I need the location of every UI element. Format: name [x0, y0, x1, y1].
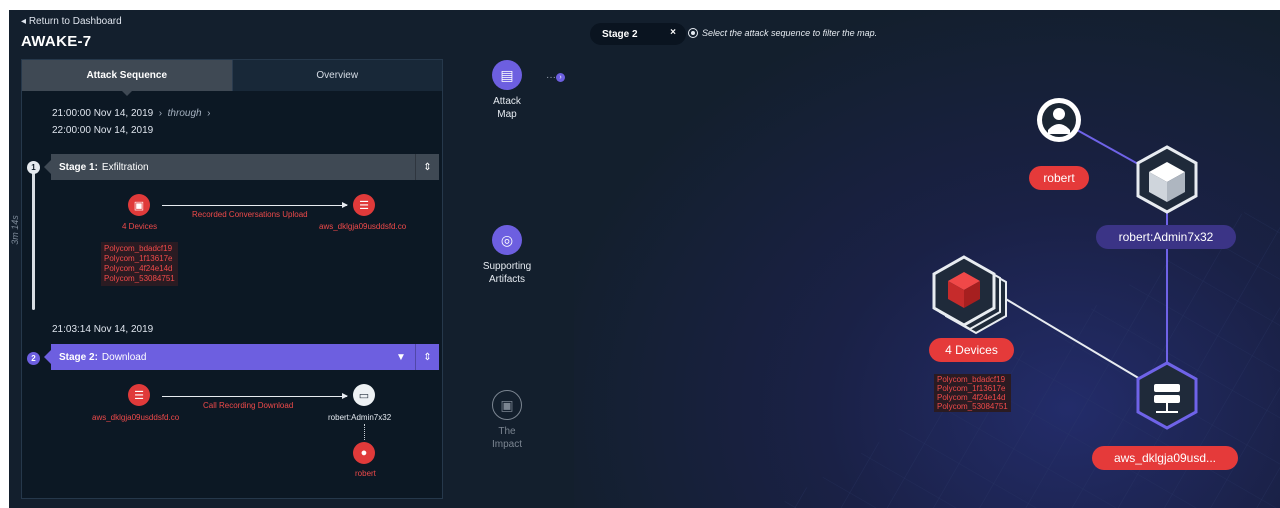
stage-2-bar[interactable]: Stage 2: Download ▼ ⇕: [44, 344, 439, 370]
stage-2-edge-arrow: [162, 393, 348, 399]
map-device-list: Polycom_bdadcf19 Polycom_1f13617e Polyco…: [934, 374, 1011, 412]
map-device-item: Polycom_bdadcf19: [937, 375, 1006, 384]
map-hint: Select the attack sequence to filter the…: [688, 28, 877, 38]
stage-1-target-label: aws_dklgja09usddsfd.co: [319, 222, 407, 231]
map-account-label[interactable]: robert:Admin7x32: [1096, 225, 1236, 249]
impact-icon: ▣: [492, 390, 522, 420]
close-icon[interactable]: ×: [670, 27, 676, 38]
server-icon[interactable]: ☰: [128, 384, 150, 406]
more-options[interactable]: ··· ›: [546, 72, 565, 83]
stage-1-prefix: Stage 1:: [59, 161, 98, 173]
app-window: ◂ Return to Dashboard AWAKE-7 Attack Seq…: [9, 10, 1280, 508]
nav-supporting-artifacts[interactable]: ◎ Supporting Artifacts: [457, 225, 557, 286]
tab-attack-sequence[interactable]: Attack Sequence: [22, 60, 232, 96]
server-icon[interactable]: ☰: [353, 194, 375, 216]
stage-filter-chip[interactable]: Stage 2 ×: [590, 23, 686, 45]
account-cube-icon[interactable]: [1136, 145, 1198, 214]
stage-2-name: Download: [101, 351, 147, 363]
map-device-item: Polycom_1f13617e: [937, 384, 1006, 393]
nav-artifacts-label-1: Supporting: [482, 261, 532, 272]
nav-attack-map[interactable]: ▤ Attack Map: [457, 60, 557, 121]
map-server-label[interactable]: aws_dklgja09usd...: [1092, 446, 1238, 470]
map-devices-label[interactable]: 4 Devices: [929, 338, 1014, 362]
stage-chip-label: Stage 2: [602, 28, 638, 40]
devices-stack-icon[interactable]: [932, 255, 1007, 335]
stage-1-number: 1: [27, 161, 40, 174]
reorder-icon[interactable]: ⇕: [415, 154, 439, 180]
expand-icon: ›: [556, 72, 565, 82]
nav-artifacts-label-2: Artifacts: [488, 274, 526, 285]
range-end: 22:00:00 Nov 14, 2019: [52, 125, 154, 136]
view-navigation: ▤ Attack Map ◎ Supporting Artifacts ▣ Th…: [469, 10, 559, 508]
device-item: Polycom_bdadcf19: [104, 244, 173, 253]
range-through: through: [167, 108, 202, 119]
radio-icon: [688, 28, 698, 38]
page-title: AWAKE-7: [21, 33, 92, 50]
range-start: 21:00:00 Nov 14, 2019: [52, 108, 154, 119]
tab-overview[interactable]: Overview: [231, 60, 442, 91]
map-device-item: Polycom_53084751: [937, 402, 1008, 411]
nav-impact-label-1: The: [498, 426, 516, 437]
stage-2-prefix: Stage 2:: [59, 351, 98, 363]
panel-tabs: Attack Sequence Overview: [22, 60, 442, 96]
monitor-icon: ▤: [492, 60, 522, 90]
device-item: Polycom_4f24e14d: [104, 264, 173, 273]
stage-2-time: 21:03:14 Nov 14, 2019: [52, 324, 154, 335]
timeline-duration: 3m 14s: [9, 215, 20, 245]
connector-dotted: [364, 424, 365, 440]
attack-map: Stage 2 × Select the attack sequence to …: [574, 10, 1280, 508]
device-item: Polycom_1f13617e: [104, 254, 173, 263]
server-hex-icon[interactable]: [1136, 361, 1198, 430]
stage-2-target-label: robert:Admin7x32: [328, 413, 392, 422]
reorder-icon[interactable]: ⇕: [415, 344, 439, 370]
user-avatar-icon[interactable]: [1037, 98, 1081, 142]
workstation-icon[interactable]: ▭: [353, 384, 375, 406]
nav-impact-label-2: Impact: [491, 439, 522, 450]
stage-2-user-label: robert: [355, 469, 376, 478]
nav-attack-map-label-2: Map: [497, 109, 517, 120]
fingerprint-icon: ◎: [492, 225, 522, 255]
stage-1-name: Exfiltration: [101, 161, 149, 173]
chevron-right-icon: ›: [155, 108, 165, 119]
timeline-line: [32, 170, 35, 310]
stage-2-edge-label: Call Recording Download: [203, 401, 294, 410]
stage-1-edge-label: Recorded Conversations Upload: [192, 210, 308, 219]
stage-1-source-label: 4 Devices: [122, 222, 158, 231]
stage-2-source-label: aws_dklgja09usddsfd.co: [92, 413, 180, 422]
stage-1-device-list: Polycom_bdadcf19 Polycom_1f13617e Polyco…: [101, 242, 178, 286]
devices-icon[interactable]: ▣: [128, 194, 150, 216]
back-link-label: Return to Dashboard: [28, 16, 122, 27]
chevron-right-icon: ›: [204, 108, 211, 119]
map-graph: [774, 98, 1280, 508]
user-icon[interactable]: ●: [353, 442, 375, 464]
attack-sequence-panel: Attack Sequence Overview 21:00:00 Nov 14…: [10, 59, 443, 499]
range-start-line: 21:00:00 Nov 14, 2019 › through ›: [52, 108, 210, 119]
return-to-dashboard-link[interactable]: ◂ Return to Dashboard: [21, 16, 122, 27]
map-hint-text: Select the attack sequence to filter the…: [702, 28, 878, 38]
stage-1-edge-arrow: [162, 202, 348, 208]
chevron-left-icon: ◂: [21, 16, 27, 27]
nav-the-impact[interactable]: ▣ The Impact: [457, 390, 557, 451]
stage-1-bar[interactable]: Stage 1: Exfiltration ⇕: [44, 154, 439, 180]
device-item: Polycom_53084751: [104, 274, 175, 283]
filter-icon[interactable]: ▼: [391, 344, 411, 370]
nav-attack-map-label-1: Attack: [493, 96, 521, 107]
map-user-label[interactable]: robert: [1029, 166, 1089, 190]
map-device-item: Polycom_4f24e14d: [937, 393, 1006, 402]
stage-2-number: 2: [27, 352, 40, 365]
